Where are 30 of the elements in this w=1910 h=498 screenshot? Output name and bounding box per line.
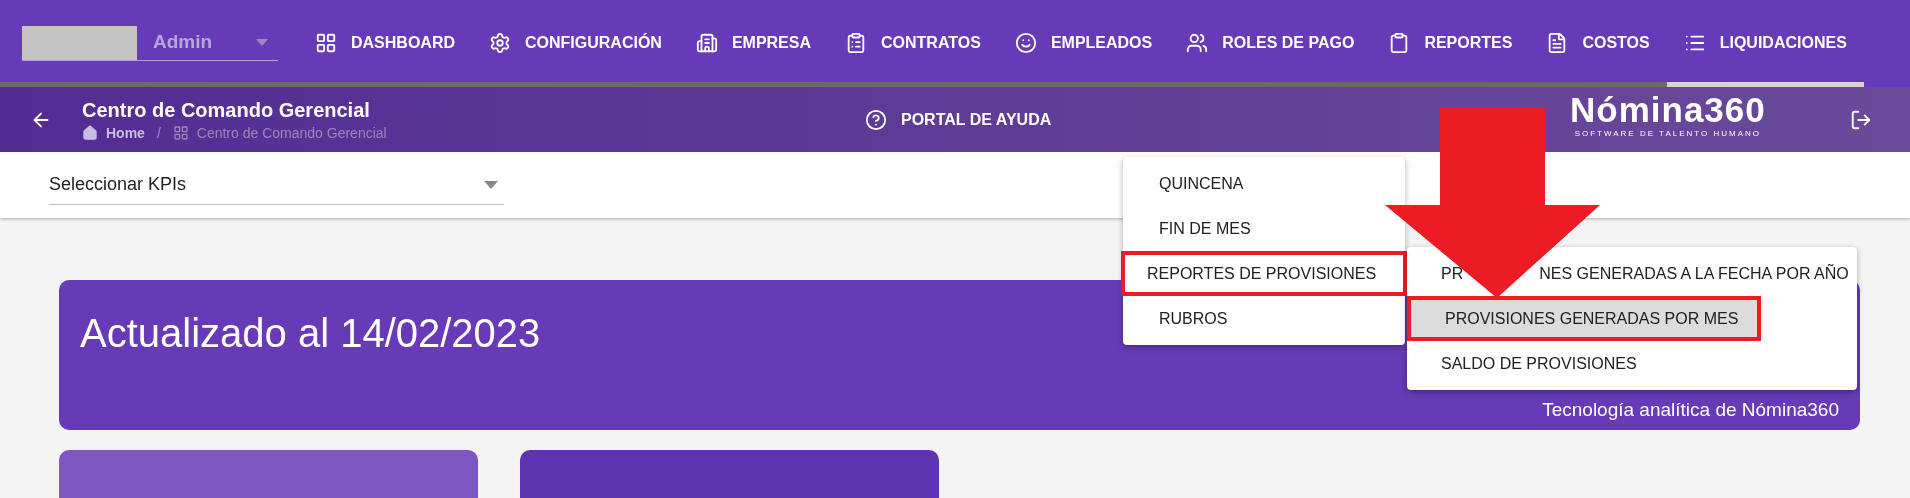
help-icon: [865, 108, 887, 131]
home-icon: [82, 124, 98, 141]
breadcrumb-separator: /: [156, 123, 161, 143]
caret-icon: [484, 180, 498, 189]
menu-item[interactable]: REPORTES DE PROVISIONES: [1121, 251, 1407, 296]
submenu-item[interactable]: PROVISIONES GENERADAS POR MES: [1407, 296, 1761, 341]
breadcrumb-link[interactable]: Home: [106, 122, 145, 143]
dashboard-icon: [172, 124, 189, 141]
menu-item[interactable]: FIN DE MES: [1123, 206, 1405, 251]
face-icon: [1014, 32, 1037, 54]
submenu-item[interactable]: PR NES GENERADAS A LA FECHA POR AÑO: [1407, 251, 1857, 296]
clipboard-icon: [845, 32, 867, 54]
breadcrumb-current: Centro de Comando Gerencial: [196, 123, 387, 143]
kpi-select[interactable]: Seleccionar KPIs: [49, 165, 504, 205]
page-title: Centro de Comando Gerencial: [82, 97, 371, 123]
building-icon: [695, 32, 718, 54]
banner-title: Actualizado al 14/02/2023: [80, 310, 541, 356]
user-name: Admin: [153, 30, 213, 55]
logo-tagline: SOFTWARE DE TALENTO HUMANO: [1574, 129, 1762, 139]
logo-text: Nómina360: [1570, 91, 1766, 129]
people-icon: [1186, 32, 1209, 54]
settings-icon: [489, 32, 511, 54]
menu-item[interactable]: RUBROS: [1123, 296, 1405, 341]
help-link[interactable]: PORTAL DE AYUDA: [865, 107, 1052, 132]
menu-item[interactable]: QUINCENA: [1123, 161, 1405, 206]
dashboard-icon: [315, 32, 337, 54]
logout-icon[interactable]: [1850, 108, 1872, 131]
submenu-item[interactable]: SALDO DE PROVISIONES: [1407, 341, 1857, 386]
banner-footer: Tecnología analítica de Nómina360: [1542, 395, 1839, 424]
caret-icon: [256, 39, 268, 46]
